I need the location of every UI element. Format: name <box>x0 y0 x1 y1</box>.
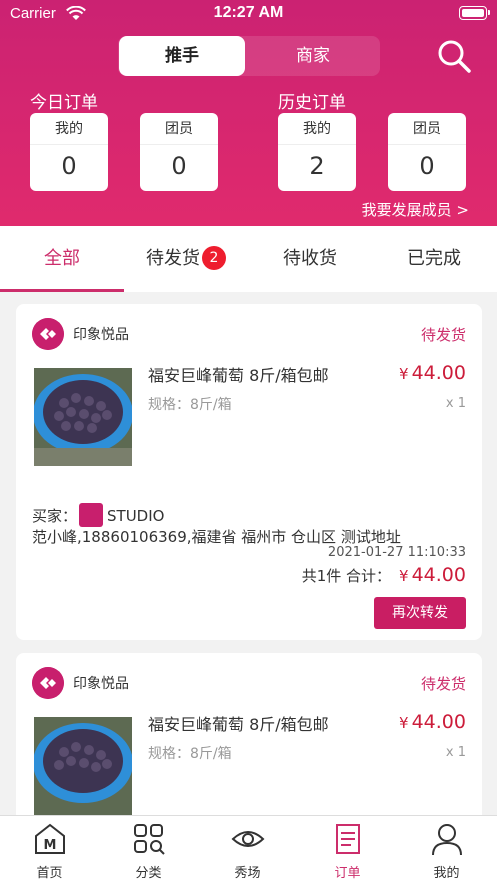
total-label: 合计： <box>346 567 392 585</box>
product-spec: 规格：8斤/箱 <box>148 397 232 413</box>
shop-name: 印象悦品 <box>73 676 129 692</box>
currency-symbol: ¥ <box>399 365 409 383</box>
stat-label: 团员 <box>140 113 218 145</box>
tab-label: 待发货 <box>146 248 200 269</box>
order-card[interactable]: 印象悦品 待发货 福安巨峰葡萄 8斤/箱包邮 规格：8斤/箱 ¥44.00 x … <box>16 304 482 640</box>
stat-label: 团员 <box>388 113 466 145</box>
product-image <box>34 368 132 466</box>
order-total: 共1件 合计： ¥44.00 <box>302 564 466 586</box>
tab-to-receive[interactable]: 待收货 <box>248 226 372 292</box>
stat-label: 我的 <box>30 113 108 145</box>
buyer-row: 买家： STUDIO <box>32 503 164 527</box>
header: Carrier 12:27 AM 推手 商家 今日订单 历史订单 我的 0 团员… <box>0 0 497 226</box>
tab-to-ship[interactable]: 待发货 2 <box>124 226 248 292</box>
order-status: 待发货 <box>420 326 466 344</box>
currency-symbol: ¥ <box>399 567 409 585</box>
shop-logo-icon <box>32 667 64 699</box>
product-name: 福安巨峰葡萄 8斤/箱包邮 <box>148 715 329 734</box>
tabbar-label: 秀场 <box>234 866 261 881</box>
tabbar-home[interactable]: M 首页 <box>0 816 99 883</box>
tabbar-show[interactable]: 秀场 <box>198 816 297 883</box>
total-value: 44.00 <box>411 564 466 586</box>
buyer-label: 买家： <box>32 507 78 525</box>
tabbar-label: 首页 <box>36 866 63 881</box>
grape-basket-icon <box>34 368 132 466</box>
tab-label: 全部 <box>44 248 80 269</box>
buyer-avatar <box>79 503 104 527</box>
history-team-card[interactable]: 团员 0 <box>388 113 466 191</box>
svg-text:M: M <box>44 838 57 853</box>
product-price: ¥44.00 <box>399 711 466 733</box>
history-orders-title: 历史订单 <box>278 93 346 113</box>
buyer-name: STUDIO <box>107 507 165 525</box>
develop-members-link[interactable]: 我要发展成员 > <box>362 199 469 220</box>
tabbar-profile[interactable]: 我的 <box>397 816 496 883</box>
item-count: 共1件 <box>301 567 342 585</box>
category-icon <box>134 824 165 855</box>
product-name: 福安巨峰葡萄 8斤/箱包邮 <box>148 366 329 385</box>
profile-icon <box>432 824 462 856</box>
stat-value: 0 <box>171 152 187 180</box>
stat-value: 0 <box>61 152 77 180</box>
order-status: 待发货 <box>420 675 466 693</box>
tab-all[interactable]: 全部 <box>0 226 124 292</box>
home-icon: M <box>35 823 65 854</box>
stat-value: 0 <box>419 152 435 180</box>
shop-logo-icon <box>32 318 64 350</box>
product-image <box>34 717 132 815</box>
product-price: ¥44.00 <box>399 362 466 384</box>
clock: 12:27 AM <box>213 4 284 21</box>
order-tabs: 全部 待发货 2 待收货 已完成 <box>0 226 497 292</box>
status-bar: Carrier 12:27 AM <box>0 0 497 28</box>
bottom-tab-bar: M 首页 分类 秀场 订单 我的 <box>0 815 497 883</box>
role-segment: 推手 商家 <box>118 36 380 76</box>
reshare-button[interactable]: 再次转发 <box>374 597 466 629</box>
product-quantity: x 1 <box>445 396 466 411</box>
battery-icon <box>459 6 490 20</box>
shipping-address: 范小峰,18860106369,福建省 福州市 仓山区 测试地址 <box>32 528 401 546</box>
today-team-card[interactable]: 团员 0 <box>140 113 218 191</box>
currency-symbol: ¥ <box>399 714 409 732</box>
stat-value: 2 <box>309 152 325 180</box>
tabbar-label: 订单 <box>334 866 361 881</box>
order-datetime: 2021-01-27 11:10:33 <box>327 545 466 560</box>
segment-merchant[interactable]: 商家 <box>248 36 378 76</box>
tabbar-label: 分类 <box>135 866 162 881</box>
today-mine-card[interactable]: 我的 0 <box>30 113 108 191</box>
price-value: 44.00 <box>411 362 466 384</box>
price-value: 44.00 <box>411 711 466 733</box>
tabbar-orders[interactable]: 订单 <box>298 816 397 883</box>
order-icon <box>336 824 360 854</box>
tab-label: 已完成 <box>407 248 461 269</box>
tabbar-category[interactable]: 分类 <box>99 816 198 883</box>
count-badge: 2 <box>202 246 226 270</box>
tab-label: 待收货 <box>283 248 337 269</box>
tabbar-label: 我的 <box>433 866 460 881</box>
stat-label: 我的 <box>278 113 356 145</box>
tab-completed[interactable]: 已完成 <box>372 226 496 292</box>
eye-icon <box>231 831 265 847</box>
product-quantity: x 1 <box>445 745 466 760</box>
segment-pusher[interactable]: 推手 <box>119 36 245 76</box>
grape-basket-icon <box>34 717 132 815</box>
active-tab-indicator <box>0 289 124 292</box>
history-mine-card[interactable]: 我的 2 <box>278 113 356 191</box>
product-spec: 规格：8斤/箱 <box>148 746 232 762</box>
today-orders-title: 今日订单 <box>30 93 98 113</box>
shop-name: 印象悦品 <box>73 327 129 343</box>
search-icon[interactable] <box>436 38 472 74</box>
